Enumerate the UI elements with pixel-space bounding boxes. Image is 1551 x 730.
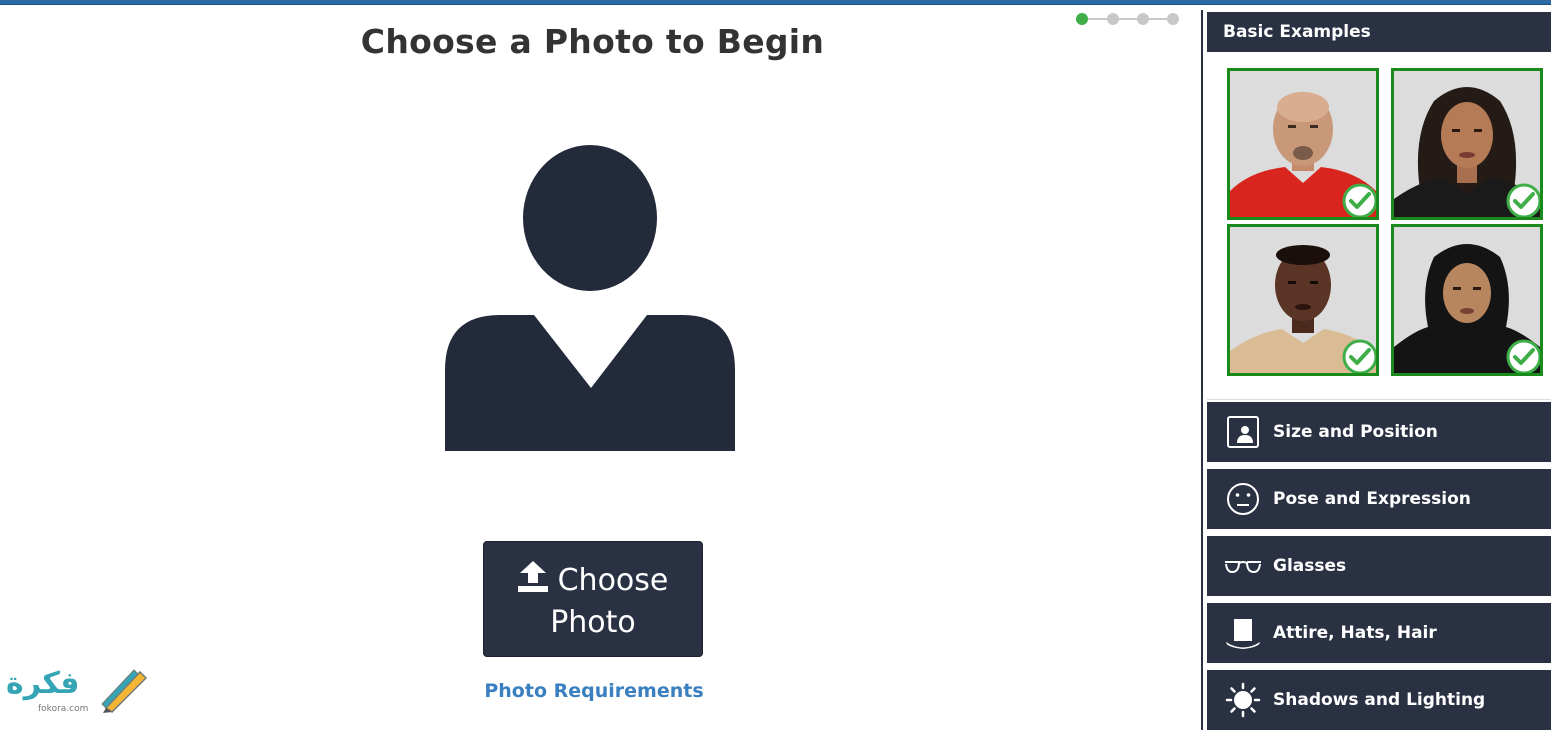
choose-photo-button[interactable]: Choose Photo — [483, 541, 703, 657]
sidebar: Basic Examples Size and Position Pose an… — [1201, 10, 1551, 730]
choose-photo-label-line2: Photo — [550, 605, 636, 640]
progress-step-3 — [1137, 13, 1149, 25]
progress-step-4 — [1167, 13, 1179, 25]
top-hat-icon — [1226, 619, 1260, 649]
progress-line — [1084, 18, 1174, 20]
category-label: Glasses — [1273, 556, 1347, 576]
category-label: Attire, Hats, Hair — [1273, 623, 1437, 643]
upload-icon — [517, 561, 548, 603]
main-area: Choose a Photo to Begin Choose Photo Pho… — [0, 0, 1200, 730]
portrait-frame-icon — [1227, 416, 1259, 448]
photo-requirements-link[interactable]: Photo Requirements — [483, 680, 705, 702]
category-pose-and-expression[interactable]: Pose and Expression — [1207, 469, 1551, 529]
progress-step-1 — [1076, 13, 1088, 25]
check-icon — [1506, 183, 1540, 217]
glasses-icon — [1225, 561, 1261, 574]
check-icon — [1342, 339, 1376, 373]
examples-heading[interactable]: Basic Examples — [1207, 12, 1551, 52]
sun-icon — [1225, 682, 1261, 718]
pencil-icon — [101, 669, 148, 713]
progress-step-2 — [1107, 13, 1119, 25]
category-attire-hats-hair[interactable]: Attire, Hats, Hair — [1207, 603, 1551, 663]
example-photo-1[interactable] — [1227, 68, 1379, 220]
category-label: Shadows and Lighting — [1273, 690, 1486, 710]
progress-steps — [1076, 10, 1186, 28]
neutral-face-icon — [1227, 483, 1259, 515]
page-title: Choose a Photo to Begin — [360, 22, 825, 61]
check-icon — [1506, 339, 1540, 373]
watermark-logo: فكرة fokora.com — [6, 664, 148, 716]
category-glasses[interactable]: Glasses — [1207, 536, 1551, 596]
examples-grid — [1207, 52, 1551, 400]
watermark-arabic-text: فكرة — [6, 666, 80, 701]
example-photo-2[interactable] — [1391, 68, 1543, 220]
check-icon — [1342, 183, 1376, 217]
category-shadows-and-lighting[interactable]: Shadows and Lighting — [1207, 670, 1551, 730]
watermark-latin-text: fokora.com — [38, 704, 89, 714]
category-size-and-position[interactable]: Size and Position — [1207, 402, 1551, 462]
category-label: Size and Position — [1273, 422, 1438, 442]
example-photo-4[interactable] — [1391, 224, 1543, 376]
example-photo-3[interactable] — [1227, 224, 1379, 376]
person-placeholder-icon — [445, 145, 735, 451]
category-label: Pose and Expression — [1273, 489, 1471, 509]
choose-photo-label-line1: Choose — [557, 563, 669, 598]
